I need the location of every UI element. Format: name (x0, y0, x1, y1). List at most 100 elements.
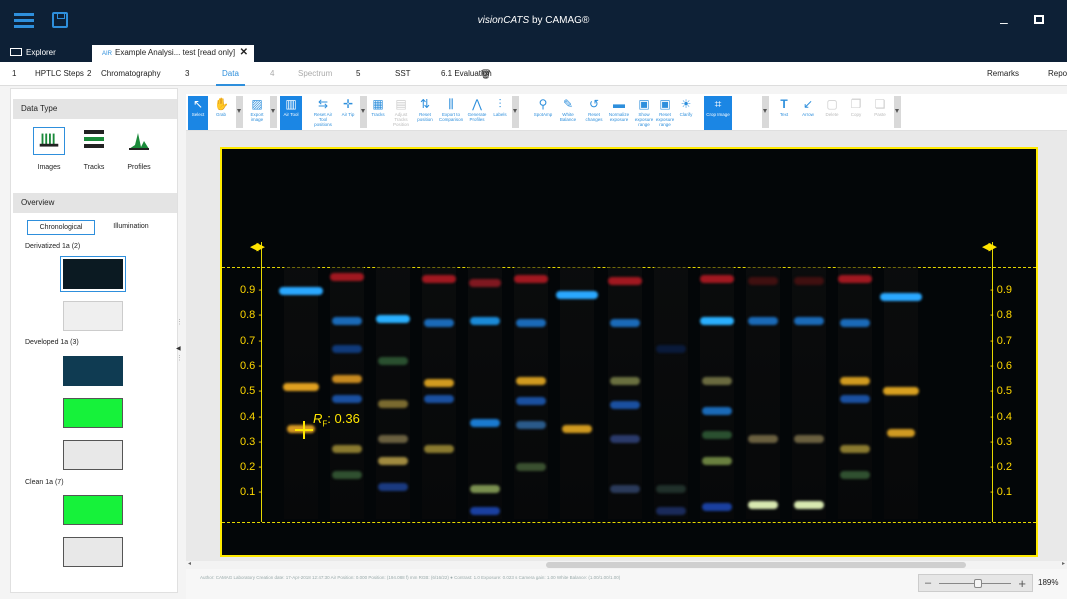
thumbnail-clean-2[interactable] (63, 537, 123, 567)
arrow-tool-button[interactable]: ↙ Arrow (798, 96, 818, 130)
minimize-icon[interactable]: – (1000, 14, 1008, 30)
tracks-button[interactable]: ▦ Tracks (368, 96, 388, 130)
toolbar-dropdown[interactable] (894, 96, 901, 128)
scroll-right-icon[interactable]: ▸ (1062, 560, 1065, 567)
data-type-tracks-button[interactable]: Tracks (74, 127, 114, 171)
export-to-comparison-button[interactable]: ⫼ Export to Comparison (438, 96, 464, 130)
profiles-icon (129, 133, 149, 150)
crosshair-marker[interactable] (295, 421, 313, 439)
toolbar-dropdown[interactable] (762, 96, 769, 128)
data-type-images-button[interactable]: Images (29, 127, 69, 171)
chromatography-band (610, 401, 640, 409)
chromatography-band (838, 275, 872, 283)
zoom-in-icon[interactable]: + (1018, 576, 1026, 591)
step-remarks[interactable]: Remarks (987, 69, 1019, 78)
trash-icon[interactable]: 🗑 (480, 69, 491, 80)
labels-button[interactable]: ⫶ Labels (490, 96, 510, 130)
hptlc-plate-image[interactable]: ◀▶ ◀▶ 0.9 - 0.8 - 0.7 - 0.6 - 0.5 - 0.4 - 0.3 … (220, 147, 1038, 557)
delete-icon: ▢ (826, 97, 838, 111)
copy-button[interactable]: ❐ Copy (846, 96, 866, 130)
step-data[interactable]: Data (216, 69, 245, 86)
plate-lane (468, 267, 502, 519)
delete-button[interactable]: ▢ Delete (822, 96, 842, 130)
air-tool-button[interactable]: ▥ Air Tool (280, 96, 302, 130)
scrollbar-thumb[interactable] (546, 562, 966, 568)
step-report[interactable]: Repo (1048, 69, 1067, 78)
spotamp-button[interactable]: ⚲ SpotAmp (532, 96, 554, 130)
thumbnail-derivatized-2[interactable] (63, 301, 123, 331)
chromatography-band (610, 319, 640, 327)
step-hptlc-steps[interactable]: HPTLC Steps (35, 69, 84, 78)
chromatography-band (283, 383, 319, 391)
plate-lane (700, 267, 734, 519)
illumination-toggle[interactable]: Illumination (101, 220, 161, 235)
data-type-header: Data Type (13, 99, 177, 119)
reset-position-button[interactable]: ⇅ Reset position (414, 96, 436, 130)
chromatography-band (422, 275, 456, 283)
crop-image-button[interactable]: ⌗ Crop Image (704, 96, 732, 130)
chromatography-band (378, 483, 408, 491)
zoom-slider-handle[interactable] (974, 579, 982, 588)
title-bar: visionCATS by CAMAG® – (0, 0, 1067, 42)
chromatography-band (332, 345, 362, 353)
adjust-tracks-position-button[interactable]: ▤ Adjust Tracks Position (390, 96, 412, 130)
chromatography-band (656, 345, 686, 353)
air-tip-button[interactable]: ✛ Air Tip (338, 96, 358, 130)
right-drag-arrows-icon[interactable]: ◀▶ (982, 240, 997, 253)
select-tool-button[interactable]: ↖ Select (188, 96, 208, 130)
plate-lane (792, 267, 826, 519)
reset-changes-button[interactable]: ↺ Reset changes (582, 96, 606, 130)
thumbnail-derivatized-1[interactable] (60, 256, 126, 292)
close-tab-icon[interactable]: ✕ (240, 45, 248, 60)
reset-exposure-range-button[interactable]: ▣ Reset exposure range (652, 96, 678, 130)
thumbnail-developed-1[interactable] (63, 356, 123, 386)
collapse-panel-icon[interactable]: ◀ (176, 345, 181, 352)
toolbar-dropdown[interactable] (360, 96, 367, 128)
toolbar-dropdown[interactable] (270, 96, 277, 128)
step-sst[interactable]: SST (395, 69, 411, 78)
restore-window-icon[interactable] (1034, 15, 1044, 24)
image-viewer[interactable]: ◀▶ ◀▶ 0.9 - 0.8 - 0.7 - 0.6 - 0.5 - 0.4 - 0.3 … (186, 131, 1067, 561)
plate-lane (838, 267, 872, 519)
data-type-profiles-button[interactable]: Profiles (119, 127, 159, 171)
white-balance-button[interactable]: ✎ White Balance (556, 96, 580, 130)
normalize-exposure-button[interactable]: ▬ Normalize exposure (606, 96, 632, 130)
step-spectrum[interactable]: Spectrum (298, 69, 332, 78)
toolbar-dropdown[interactable] (512, 96, 519, 128)
left-drag-arrows-icon[interactable]: ◀▶ (250, 240, 265, 253)
chromatography-band (332, 317, 362, 325)
thumbnail-developed-3[interactable] (63, 440, 123, 470)
thumbnail-developed-2[interactable] (63, 398, 123, 428)
chromatography-band (794, 501, 824, 509)
chromatography-band (700, 317, 734, 325)
plate-lane (608, 267, 642, 519)
grab-tool-button[interactable]: ✋ Grab (211, 96, 231, 130)
tab-example-analysis[interactable]: AIR Example Analysi... test [read only] ✕ (92, 45, 254, 62)
toolbar-dropdown[interactable] (236, 96, 243, 128)
rf-label-right: - 0.1 (990, 486, 1013, 499)
plate-lane (284, 267, 318, 519)
generate-profiles-button[interactable]: ⋀ Generate Profiles (466, 96, 488, 130)
chromatography-band (840, 395, 870, 403)
tracks-icon: ▦ (372, 97, 384, 111)
reset-position-icon: ⇅ (419, 97, 431, 111)
horizontal-scrollbar[interactable]: ◂ ▸ (186, 561, 1067, 569)
clarify-button[interactable]: ☀ Clarify (676, 96, 696, 130)
thumbnail-clean-1[interactable] (63, 495, 123, 525)
rf-label-left: 0.6 - (240, 359, 263, 372)
paste-button[interactable]: ❏ Paste (870, 96, 890, 130)
reset-air-tool-button[interactable]: ⇆ Reset Air Tool positions (310, 96, 336, 130)
lower-reference-line[interactable] (222, 522, 1036, 523)
export-image-button[interactable]: ▨ Export image (246, 96, 268, 130)
text-tool-button[interactable]: T Text (774, 96, 794, 130)
arrow-icon: ↙ (802, 97, 814, 111)
chromatography-band (516, 319, 546, 327)
chromatography-band (556, 291, 598, 299)
paste-icon: ❏ (874, 97, 886, 111)
tab-explorer[interactable]: Explorer (0, 45, 90, 62)
step-chromatography[interactable]: Chromatography (101, 69, 161, 78)
scroll-left-icon[interactable]: ◂ (188, 560, 191, 567)
zoom-out-icon[interactable]: – (925, 577, 931, 589)
rf-label-right: - 0.7 (990, 334, 1013, 347)
chronological-toggle[interactable]: Chronological (27, 220, 95, 235)
